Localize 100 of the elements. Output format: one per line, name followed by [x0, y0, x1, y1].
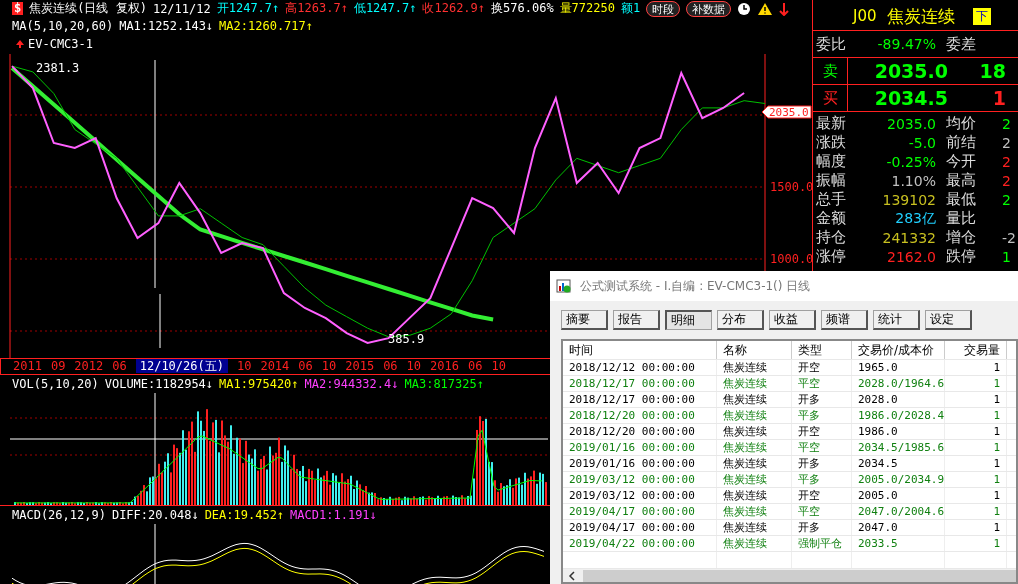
tab[interactable]: 收益	[769, 310, 816, 330]
field-label: 持仓	[816, 228, 847, 247]
table-cell: 2019/04/22 00:00:00	[563, 536, 717, 552]
cursor-line	[154, 524, 156, 584]
table-cell: 1	[945, 472, 1007, 488]
table-cell: 强制平仓	[792, 536, 852, 552]
field-label: 最新	[816, 114, 847, 133]
order-side-label: 买	[813, 85, 848, 111]
date-tick: 06	[383, 359, 398, 374]
table-cell: 1	[945, 424, 1007, 440]
tab[interactable]: 报告	[613, 310, 660, 330]
field-value: -2	[1002, 229, 1016, 246]
arrow-icon[interactable]	[779, 1, 790, 16]
field-label: 涨跌	[816, 133, 847, 152]
quote-text: 低1247.7↑	[353, 0, 417, 18]
tab[interactable]: 明细	[665, 310, 712, 330]
order-price: 2034.5	[873, 87, 948, 109]
table-cell: 2019/04/17 00:00:00	[563, 520, 717, 536]
volume-value: MA1:975420↑	[219, 377, 299, 391]
field-label: 跌停	[945, 247, 977, 266]
warning-icon[interactable]	[757, 1, 774, 16]
tab[interactable]: 设定	[925, 310, 972, 330]
table-cell: 1	[945, 392, 1007, 408]
axis-label: 1000.0	[770, 251, 812, 266]
toolbar-button[interactable]: 补数据	[686, 0, 732, 17]
table-cell: 2018/12/17 00:00:00	[563, 392, 717, 408]
field-value: 2162.0	[886, 248, 936, 265]
volume-value: VOLUME:1182954↓	[104, 377, 214, 391]
table-cell: 焦炭连续	[717, 376, 792, 392]
column-header[interactable]: 交易量	[945, 341, 1007, 360]
table-cell: 平多	[792, 408, 852, 424]
ma-value: MA1:1252.143↓	[119, 18, 214, 33]
table-cell: 开多	[792, 392, 852, 408]
order-side-label: 卖	[813, 58, 848, 84]
field-value: 1.10%	[890, 172, 936, 189]
table-cell: 2047.0	[852, 520, 945, 536]
date-tick: 10	[406, 359, 422, 374]
field-value: 2	[1002, 153, 1011, 170]
table-cell: 2028.0	[852, 392, 945, 408]
column-header[interactable]: 时间	[563, 341, 717, 360]
table-cell: 焦炭连续	[717, 520, 792, 536]
chart-icon	[556, 278, 572, 294]
axis-label: 1500.0	[770, 179, 812, 194]
quote-text: 额1	[620, 0, 641, 18]
table-cell: 1965.0	[852, 360, 945, 376]
volume-value: MA2:944332.4↓	[304, 377, 399, 391]
order-volume: 1	[991, 87, 1006, 109]
toolbar-button[interactable]: 时段	[646, 0, 681, 17]
table-cell: 焦炭连续	[717, 504, 792, 520]
column-header[interactable]: 名称	[717, 341, 792, 360]
table-cell: 1	[945, 360, 1007, 376]
scroll-left-icon[interactable]	[567, 569, 577, 582]
table-cell: 2019/01/16 00:00:00	[563, 456, 717, 472]
table-cell: 焦炭连续	[717, 456, 792, 472]
field-value: -5.0	[907, 134, 936, 151]
field-value: 2	[1002, 191, 1011, 208]
table-cell: 开空	[792, 424, 852, 440]
tab[interactable]: 摘要	[561, 310, 608, 330]
table-cell: 1	[945, 456, 1007, 472]
tab[interactable]: 分布	[717, 310, 764, 330]
horizontal-scrollbar[interactable]	[563, 569, 1016, 582]
macd-label: MACD(26,12,9)	[12, 508, 106, 522]
date-tick: 09	[50, 359, 66, 374]
order-price: 2035.0	[873, 60, 948, 82]
table-cell: 平空	[792, 440, 852, 456]
column-header[interactable]: 交易价/成本价	[852, 341, 945, 360]
formula-label: EV-CMC3-1	[28, 37, 94, 52]
table-cell: 1	[945, 504, 1007, 520]
date-tick: 2014	[260, 359, 290, 374]
contract-name: 焦炭连续	[886, 4, 955, 28]
table-cell: 1	[945, 440, 1007, 456]
ma-value: MA2:1260.717↑	[219, 18, 313, 33]
clock-icon[interactable]	[737, 1, 752, 16]
quote-text: 开1247.7↑	[216, 0, 280, 18]
field-label: 总手	[816, 190, 847, 209]
table-cell: 2005.0/2034.9	[852, 472, 945, 488]
field-value: 1	[1002, 248, 1011, 265]
table-cell: 1986.0	[852, 424, 945, 440]
table-cell: 1	[945, 520, 1007, 536]
switch-button[interactable]: 下	[972, 7, 991, 25]
field-value: 2035.0	[886, 115, 936, 132]
date-tick: 2015	[345, 359, 375, 374]
tab[interactable]: 频谱	[821, 310, 868, 330]
field-label: 委差	[945, 34, 977, 54]
ma-label: MA(5,10,20,60)	[12, 18, 114, 33]
table-cell: 2019/01/16 00:00:00	[563, 440, 717, 456]
quote-text: 焦炭连续(日线 复权)	[29, 0, 147, 18]
field-value: -0.25%	[885, 153, 936, 170]
field-label: 最低	[945, 190, 977, 209]
field-value: 241332	[881, 229, 936, 246]
quote-text: 量772250	[559, 0, 615, 18]
field-label: 均价	[945, 114, 977, 133]
field-label: 最高	[945, 171, 977, 190]
field-value: 139102	[881, 191, 936, 208]
table-cell: 1	[945, 536, 1007, 552]
arrow-icon	[16, 40, 24, 49]
tab[interactable]: 统计	[873, 310, 920, 330]
column-header[interactable]: 类型	[792, 341, 852, 360]
quote-text: 12/11/12	[152, 1, 211, 16]
field-label: 量比	[945, 209, 977, 228]
